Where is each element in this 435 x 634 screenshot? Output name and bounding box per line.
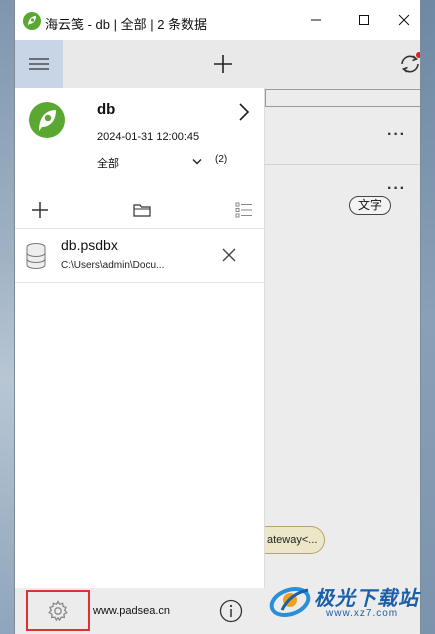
drawer-footer: www.padsea.cn bbox=[15, 588, 265, 634]
settings-button[interactable] bbox=[26, 590, 90, 631]
gateway-badge[interactable]: ateway<... bbox=[265, 526, 325, 554]
watermark-brand: 极光下载站 bbox=[314, 588, 419, 610]
leaf-logo-icon bbox=[29, 102, 65, 138]
minimize-icon bbox=[311, 19, 321, 21]
gear-icon bbox=[48, 599, 68, 621]
drawer-toolbar bbox=[15, 192, 265, 228]
database-date: 2024-01-31 12:00:45 bbox=[97, 131, 200, 143]
watermark-url: www.xz7.com bbox=[326, 608, 399, 619]
database-file-item[interactable]: db.psdbx C:\Users\admin\Docu... bbox=[15, 229, 265, 283]
database-name[interactable]: db bbox=[97, 101, 115, 118]
chevron-down-icon[interactable] bbox=[192, 158, 202, 166]
search-input[interactable] bbox=[265, 89, 420, 107]
filter-select[interactable]: 全部 bbox=[97, 155, 119, 171]
maximize-icon bbox=[359, 15, 369, 25]
more-dots-icon[interactable]: ··· bbox=[387, 180, 406, 198]
hamburger-menu-icon bbox=[29, 58, 49, 70]
chevron-right-icon[interactable] bbox=[237, 102, 251, 122]
watermark: 极光下载站 www.xz7.com bbox=[268, 578, 428, 624]
app-window: 海云笺 - db | 全部 | 2 条数据 ··· ··· 文字 ateway<… bbox=[14, 0, 421, 634]
close-window-button[interactable] bbox=[389, 6, 419, 34]
add-database-button[interactable] bbox=[30, 200, 50, 220]
window-title: 海云笺 - db | 全部 | 2 条数据 bbox=[45, 17, 208, 32]
minimize-button[interactable] bbox=[301, 6, 331, 34]
list-view-button[interactable] bbox=[234, 200, 254, 220]
sync-icon[interactable] bbox=[397, 51, 421, 77]
row-divider bbox=[265, 164, 420, 165]
desktop-background-right bbox=[421, 0, 435, 634]
database-drawer: db 2024-01-31 12:00:45 全部 (2) db.psdbx C… bbox=[15, 88, 265, 634]
file-path: C:\Users\admin\Docu... bbox=[61, 260, 165, 271]
file-name: db.psdbx bbox=[61, 237, 118, 253]
add-note-button[interactable] bbox=[211, 52, 235, 76]
tag-badge[interactable]: 文字 bbox=[349, 196, 392, 215]
leaf-logo-icon bbox=[23, 12, 41, 30]
info-icon[interactable] bbox=[219, 599, 243, 623]
open-folder-button[interactable] bbox=[132, 200, 152, 220]
menu-button[interactable] bbox=[15, 40, 63, 88]
note-count: (2) bbox=[215, 154, 228, 165]
watermark-logo bbox=[269, 586, 311, 618]
title-bar: 海云笺 - db | 全部 | 2 条数据 bbox=[15, 0, 420, 40]
database-icon bbox=[26, 243, 46, 269]
desktop-background-left bbox=[0, 0, 14, 634]
close-icon bbox=[398, 14, 410, 26]
more-dots-icon[interactable]: ··· bbox=[387, 126, 406, 144]
close-icon[interactable] bbox=[222, 248, 236, 262]
toolbar bbox=[15, 40, 420, 88]
maximize-button[interactable] bbox=[349, 6, 379, 34]
website-link[interactable]: www.padsea.cn bbox=[93, 605, 170, 617]
